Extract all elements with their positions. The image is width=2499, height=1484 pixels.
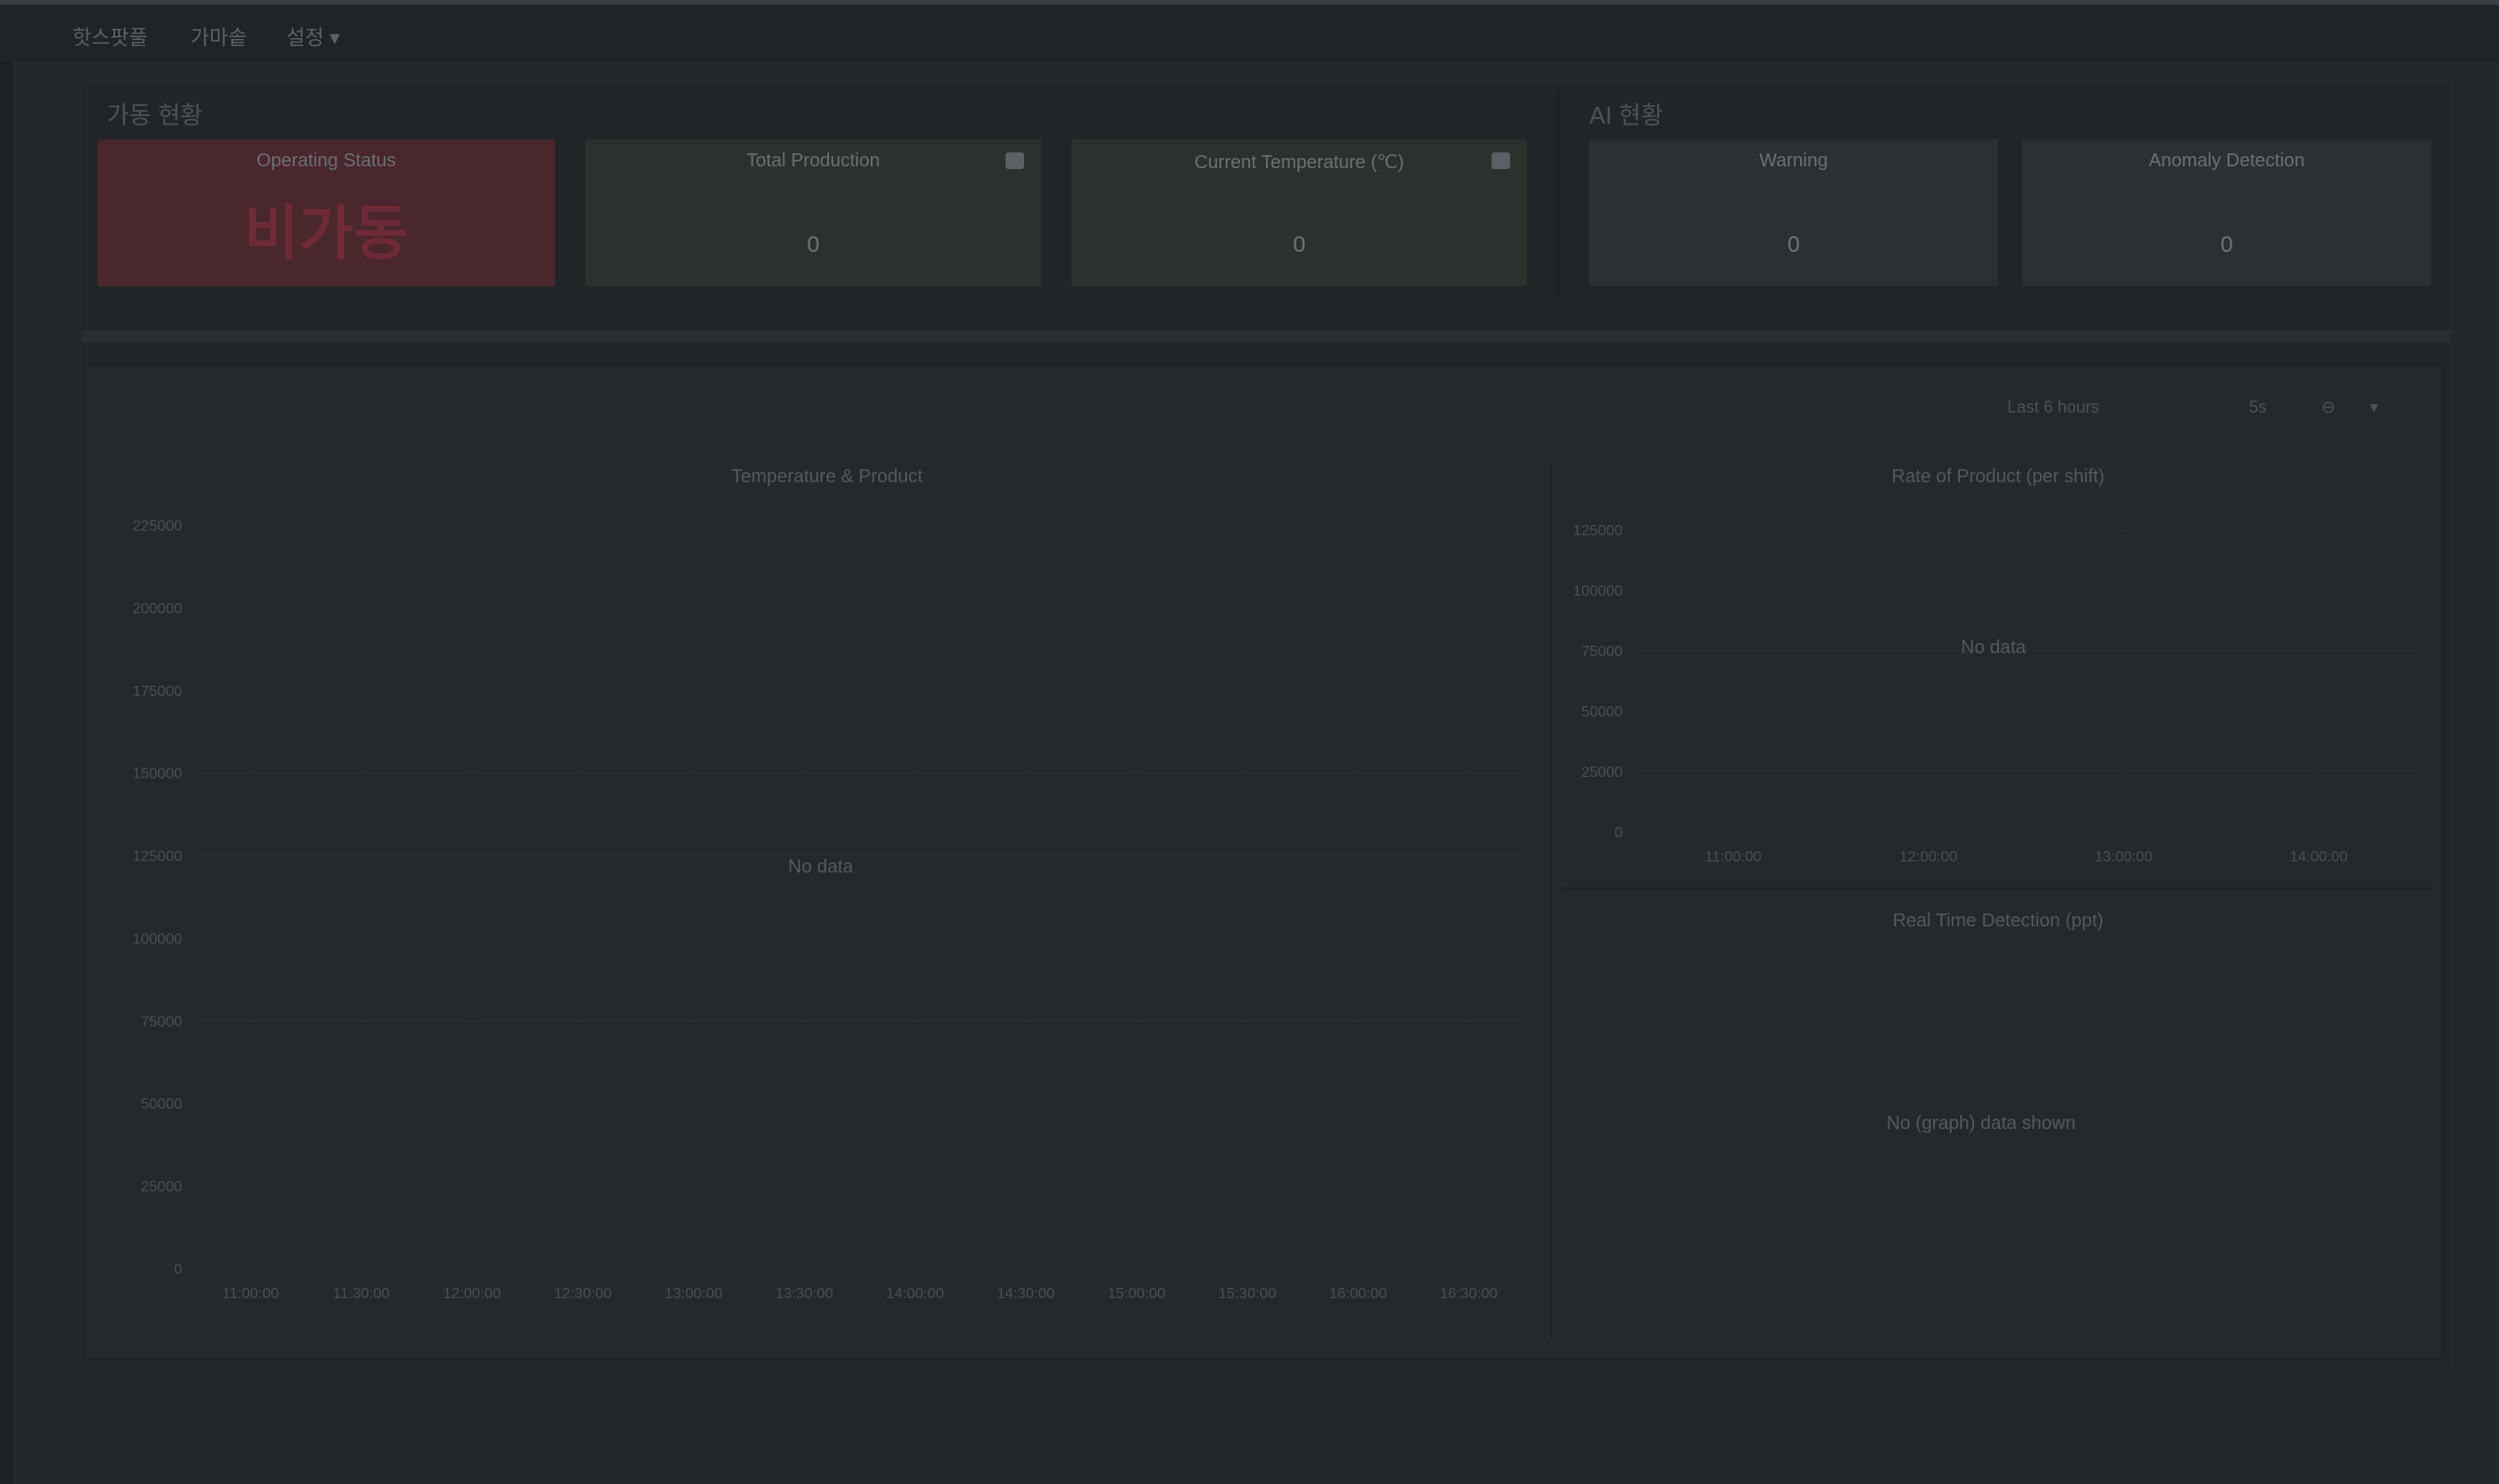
menu-item-3[interactable]: 설정 ▾ <box>286 21 340 51</box>
y-tick-label: 50000 <box>1582 704 1624 720</box>
group-title-ai: AI 현황 <box>1589 101 1664 129</box>
operating-status-card[interactable]: Operating Status 비가동 <box>98 139 555 286</box>
current-temperature-card[interactable]: Current Temperature (℃) 0 <box>1072 139 1527 286</box>
left-rail <box>0 61 13 1484</box>
x-tick-label: 14:00:00 <box>2290 849 2348 865</box>
y-tick-label: 50000 <box>141 1097 183 1112</box>
x-tick-label: 11:30:00 <box>333 1286 389 1302</box>
y-tick-label: 225000 <box>133 519 182 534</box>
left-chart-title: Temperature & Product <box>731 466 923 487</box>
x-tick-label: 16:00:00 <box>1329 1286 1387 1302</box>
zoom-out-button[interactable]: ⊖ <box>2321 398 2335 417</box>
x-tick-label: 14:00:00 <box>886 1286 943 1302</box>
card-title: Current Temperature (℃) <box>1194 152 1404 173</box>
y-tick-label: 0 <box>1614 825 1623 841</box>
y-tick-label: 25000 <box>141 1179 183 1195</box>
x-tick-label: 11:00:00 <box>1704 849 1761 865</box>
group-title-operations: 가동 현황 <box>107 101 203 129</box>
time-range-picker[interactable]: Last 6 hours <box>2007 398 2099 417</box>
panel-menu-icon[interactable] <box>1006 152 1024 169</box>
x-tick-label: 13:30:00 <box>775 1286 833 1302</box>
card-title: Total Production <box>746 151 880 171</box>
panel-divider <box>1550 465 1552 1338</box>
y-tick-label: 100000 <box>1573 584 1623 599</box>
x-tick-label: 12:00:00 <box>1900 849 1957 865</box>
x-tick-label: 13:00:00 <box>2095 849 2152 865</box>
group-divider <box>1558 91 1559 299</box>
chart-divider <box>1561 887 2435 889</box>
row-divider <box>82 330 2450 343</box>
right-bottom-nodata: No (graph) data shown <box>1887 1113 2076 1134</box>
x-tick-label: 15:00:00 <box>1108 1286 1165 1302</box>
menu-item-1[interactable]: 핫스팟풀 <box>72 21 148 51</box>
x-tick-label: 13:00:00 <box>664 1286 722 1302</box>
refresh-interval-dropdown[interactable]: ▾ <box>2370 398 2378 417</box>
left-chart-nodata: No data <box>788 857 854 877</box>
card-value: 0 <box>807 232 820 257</box>
y-tick-label: 75000 <box>141 1014 183 1030</box>
x-tick-label: 11:00:00 <box>222 1286 279 1302</box>
y-tick-label: 175000 <box>133 684 182 700</box>
total-production-card[interactable]: Total Production 0 <box>585 139 1041 286</box>
y-tick-label: 125000 <box>133 849 182 865</box>
y-tick-label: 75000 <box>1582 644 1624 660</box>
x-tick-label: 16:30:00 <box>1440 1286 1497 1302</box>
right-top-chart-title: Rate of Product (per shift) <box>1891 466 2105 487</box>
card-title: Anomaly Detection <box>2149 151 2305 171</box>
right-chart-nodata: No data <box>1961 637 2027 658</box>
card-title: Operating Status <box>256 151 397 171</box>
x-tick-label: 14:30:00 <box>997 1286 1055 1302</box>
right-bottom-chart-title: Real Time Detection (ppt) <box>1892 911 2104 931</box>
x-tick-label: 12:30:00 <box>554 1286 612 1302</box>
card-value: 0 <box>2220 232 2233 257</box>
x-tick-label: 12:00:00 <box>443 1286 501 1302</box>
x-tick-label: 15:30:00 <box>1218 1286 1276 1302</box>
refresh-button[interactable]: 5s <box>2249 398 2267 417</box>
card-value: 비가동 <box>243 200 409 267</box>
y-tick-label: 0 <box>174 1262 182 1278</box>
rate-of-product-chart: 0 25000 50000 75000 100000 125000 11:00:00 12:0… <box>1573 523 2416 865</box>
warning-card[interactable]: Warning 0 <box>1589 139 1998 286</box>
anomaly-detection-card[interactable]: Anomaly Detection 0 <box>2022 139 2431 286</box>
y-tick-label: 100000 <box>133 931 182 947</box>
card-value: 0 <box>1787 232 1800 257</box>
panel-menu-icon[interactable] <box>1492 152 1510 169</box>
temperature-product-chart: 0 25000 50000 75000 100000 125000 150000 175000… <box>133 519 1524 1302</box>
menu-item-2[interactable]: 가마솥 <box>191 21 247 51</box>
y-tick-label: 200000 <box>133 601 182 617</box>
card-title: Warning <box>1759 151 1828 171</box>
top-navigation-bar: 핫스팟풀 가마솥 설정 ▾ <box>0 0 2499 61</box>
y-tick-label: 150000 <box>133 767 182 782</box>
card-value: 0 <box>1293 232 1306 257</box>
y-tick-label: 25000 <box>1582 765 1624 781</box>
y-tick-label: 125000 <box>1573 523 1623 539</box>
